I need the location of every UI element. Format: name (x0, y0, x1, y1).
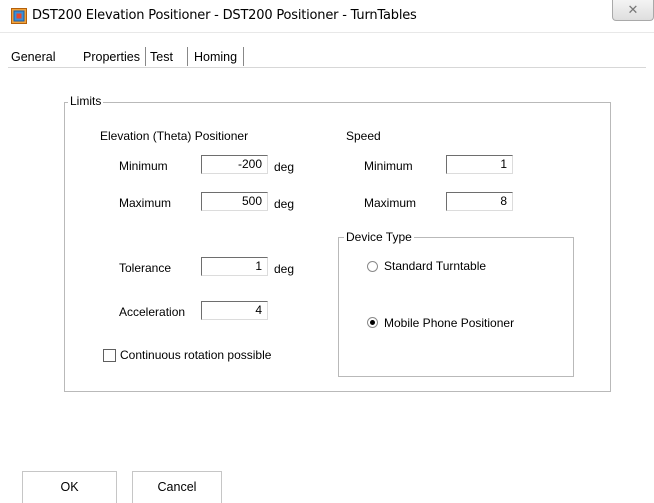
minimum-input[interactable]: -200 (201, 155, 268, 174)
maximum-label: Maximum (119, 196, 172, 210)
tab-test[interactable]: Test (150, 48, 173, 68)
tab-separator (243, 47, 244, 66)
tab-separator (145, 47, 146, 66)
title-bar: DST200 Elevation Positioner - DST200 Pos… (0, 0, 654, 33)
speed-maximum-input[interactable]: 8 (446, 192, 513, 211)
app-icon (11, 8, 27, 24)
tab-general[interactable]: General (11, 48, 55, 68)
mobile-phone-positioner-label[interactable]: Mobile Phone Positioner (384, 316, 514, 330)
ok-button[interactable]: OK (22, 471, 117, 503)
tolerance-unit: deg (274, 262, 295, 276)
speed-maximum-label: Maximum (364, 196, 417, 210)
standard-turntable-label[interactable]: Standard Turntable (384, 259, 486, 273)
limits-legend: Limits (68, 94, 104, 108)
minimum-label: Minimum (119, 159, 168, 173)
device-type-legend: Device Type (344, 230, 414, 244)
maximum-input[interactable]: 500 (201, 192, 268, 211)
tab-separator (187, 47, 188, 66)
close-button[interactable]: ✕ (612, 0, 654, 21)
acceleration-label: Acceleration (119, 305, 186, 319)
mobile-phone-positioner-radio[interactable] (367, 317, 378, 328)
tab-homing[interactable]: Homing (194, 48, 237, 68)
cancel-button[interactable]: Cancel (132, 471, 222, 503)
continuous-rotation-checkbox[interactable] (103, 349, 116, 362)
acceleration-input[interactable]: 4 (201, 301, 268, 320)
continuous-rotation-label[interactable]: Continuous rotation possible (120, 348, 271, 362)
speed-minimum-label: Minimum (364, 159, 413, 173)
close-icon: ✕ (627, 2, 639, 17)
standard-turntable-radio[interactable] (367, 261, 378, 272)
tolerance-label: Tolerance (119, 261, 172, 275)
device-type-groupbox (338, 237, 574, 377)
tab-properties[interactable]: Properties (83, 48, 140, 68)
speed-heading: Speed (346, 129, 381, 143)
maximum-unit: deg (274, 197, 295, 211)
tolerance-input[interactable]: 1 (201, 257, 268, 276)
speed-minimum-input[interactable]: 1 (446, 155, 513, 174)
window-title: DST200 Elevation Positioner - DST200 Pos… (32, 8, 417, 23)
positioner-heading: Elevation (Theta) Positioner (100, 129, 249, 143)
minimum-unit: deg (274, 160, 295, 174)
